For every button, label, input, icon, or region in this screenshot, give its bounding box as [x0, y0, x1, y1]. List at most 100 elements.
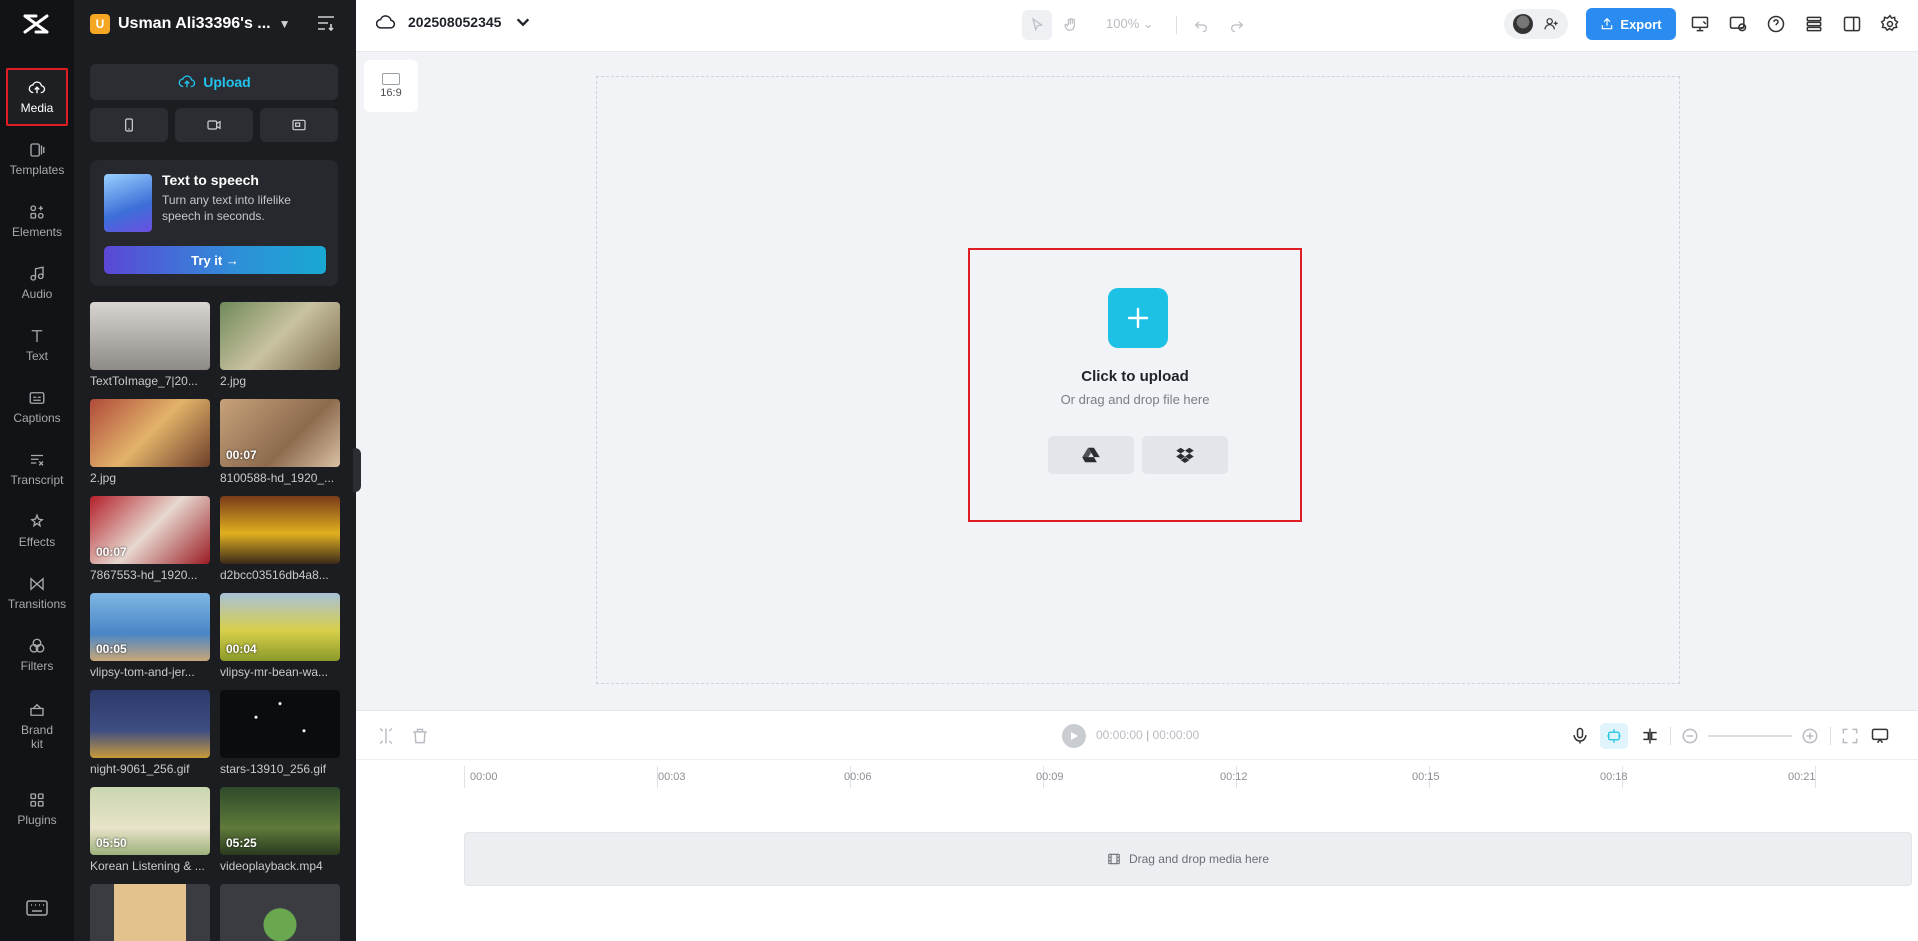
tts-description: Turn any text into lifelike speech in se…	[162, 193, 291, 223]
export-button[interactable]: Export	[1586, 8, 1676, 40]
rail-item-label: Transitions	[7, 597, 67, 611]
templates-icon	[30, 143, 45, 157]
undo-button[interactable]	[1186, 10, 1216, 40]
filters-icon	[29, 638, 45, 653]
review-icon[interactable]	[1728, 14, 1748, 34]
layout-panel-icon[interactable]	[1842, 14, 1862, 34]
present-icon[interactable]	[1690, 14, 1710, 34]
capcut-logo-icon[interactable]	[22, 12, 50, 36]
zoom-level: 100%	[1106, 16, 1140, 31]
project-title[interactable]: 202508052345	[376, 14, 533, 30]
rail-item-label: Elements	[11, 225, 63, 239]
media-item[interactable]: 05:25 videoplayback.mp4	[220, 787, 340, 873]
delete-icon[interactable]	[410, 726, 430, 746]
auto-snap-toggle[interactable]	[1600, 723, 1628, 749]
upload-button[interactable]: Upload	[90, 64, 338, 100]
media-item[interactable]: 2.jpg	[90, 399, 210, 485]
rail-item-templates[interactable]: Templates	[6, 130, 68, 188]
aspect-ratio-label: 16:9	[380, 87, 402, 99]
media-item[interactable]: 00:05 vlipsy-tom-and-jer...	[90, 593, 210, 679]
media-name: d2bcc03516db4a8...	[220, 568, 329, 582]
media-item[interactable]	[220, 884, 340, 941]
rail-item-label: Captions	[13, 411, 61, 425]
keyboard-shortcuts-icon[interactable]	[26, 900, 48, 916]
rail-item-label: Brand kit	[20, 723, 54, 751]
media-panel: U Usman Ali33396's ... ▼ Upload Text to …	[74, 0, 356, 941]
rail-item-text[interactable]: Text	[6, 316, 68, 374]
rail-item-brand-kit[interactable]: Brand kit	[6, 692, 68, 760]
plus-icon	[1127, 307, 1149, 329]
collaborators[interactable]	[1504, 9, 1568, 39]
play-icon	[1071, 732, 1078, 740]
redo-icon	[1231, 21, 1244, 33]
rail-item-transcript[interactable]: Transcript	[6, 440, 68, 498]
elements-icon	[30, 205, 44, 219]
upload-from-phone-button[interactable]	[90, 108, 168, 142]
media-item[interactable]: TextToImage_7|20...	[90, 302, 210, 388]
media-name: 7867553-hd_1920...	[90, 568, 198, 582]
sort-menu-icon[interactable]	[316, 14, 336, 32]
media-item[interactable]: 00:07 8100588-hd_1920_...	[220, 399, 340, 485]
rail-item-filters[interactable]: Filters	[6, 626, 68, 684]
workspace-switcher[interactable]: U Usman Ali33396's ... ▼	[90, 12, 291, 36]
redo-button[interactable]	[1222, 10, 1252, 40]
media-item[interactable]: 05:50 Korean Listening & ...	[90, 787, 210, 873]
camera-icon	[207, 120, 221, 130]
plugins-icon	[30, 793, 44, 807]
ruler-label: 00:00	[470, 771, 498, 783]
rail-item-media[interactable]: Media	[6, 68, 68, 126]
zoom-level-dropdown[interactable]: 100% ⌄	[1106, 16, 1154, 32]
zoom-out-icon[interactable]	[1680, 726, 1700, 746]
settings-gear-icon[interactable]	[1880, 14, 1900, 34]
upload-drop-zone[interactable]: Click to upload Or drag and drop file he…	[968, 248, 1302, 522]
media-item[interactable]: d2bcc03516db4a8...	[220, 496, 340, 582]
add-media-button[interactable]	[1108, 288, 1168, 348]
play-button[interactable]	[1062, 724, 1086, 748]
media-name: vlipsy-tom-and-jer...	[90, 665, 195, 679]
rail-item-elements[interactable]: Elements	[6, 192, 68, 250]
media-item[interactable]: stars-13910_256.gif	[220, 690, 340, 776]
current-time: 00:00:00	[1096, 728, 1143, 742]
media-thumbnail: 05:25	[220, 787, 340, 855]
tts-illustration	[104, 174, 152, 232]
media-thumbnail: 00:07	[90, 496, 210, 564]
media-item[interactable]: 00:04 vlipsy-mr-bean-wa...	[220, 593, 340, 679]
media-thumbnail	[90, 884, 210, 941]
effects-icon	[30, 513, 44, 528]
fullscreen-icon[interactable]	[1840, 726, 1860, 746]
microphone-icon[interactable]	[1570, 726, 1590, 746]
timeline-zoom-slider[interactable]	[1708, 735, 1792, 737]
panel-collapse-handle[interactable]	[353, 448, 361, 492]
rail-item-label: Effects	[18, 535, 56, 549]
timeline-divider	[1670, 727, 1671, 745]
main-track-drop-zone[interactable]: Drag and drop media here	[464, 832, 1912, 886]
project-name: 202508052345	[408, 14, 502, 30]
zoom-in-icon[interactable]	[1800, 726, 1820, 746]
record-video-button[interactable]	[175, 108, 253, 142]
split-icon[interactable]	[376, 726, 396, 746]
record-screen-button[interactable]	[260, 108, 338, 142]
google-drive-button[interactable]	[1048, 436, 1134, 474]
media-item[interactable]: 00:07 7867553-hd_1920...	[90, 496, 210, 582]
feedback-icon[interactable]	[1870, 726, 1890, 746]
magnet-snap-icon	[1607, 729, 1621, 743]
try-it-button[interactable]: Try it →	[104, 246, 326, 274]
aspect-ratio-button[interactable]: 16:9	[364, 60, 418, 112]
rail-item-captions[interactable]: Captions	[6, 378, 68, 436]
rail-item-effects[interactable]: Effects	[6, 502, 68, 560]
media-thumbnail: 05:50	[90, 787, 210, 855]
help-icon[interactable]	[1766, 14, 1786, 34]
ruler-label: 00:18	[1600, 771, 1628, 783]
cloud-icon	[376, 15, 396, 29]
media-item[interactable]: 2.jpg	[220, 302, 340, 388]
rail-item-plugins[interactable]: Plugins	[6, 780, 68, 838]
split-track-icon[interactable]	[1640, 726, 1660, 746]
layers-icon[interactable]	[1804, 14, 1824, 34]
rail-item-audio[interactable]: Audio	[6, 254, 68, 312]
rail-item-transitions[interactable]: Transitions	[6, 564, 68, 622]
dropbox-button[interactable]	[1142, 436, 1228, 474]
media-item[interactable]	[90, 884, 210, 941]
select-tool-button[interactable]	[1022, 10, 1052, 40]
hand-tool-button[interactable]	[1056, 10, 1086, 40]
media-item[interactable]: night-9061_256.gif	[90, 690, 210, 776]
